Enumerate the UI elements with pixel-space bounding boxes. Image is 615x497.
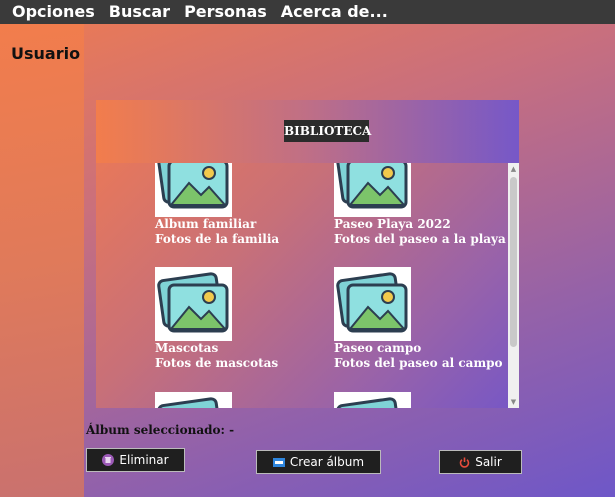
image-gallery-icon xyxy=(155,163,232,217)
exit-button[interactable]: Salir xyxy=(439,450,522,474)
menu-buscar[interactable]: Buscar xyxy=(109,0,170,24)
album-name: Album familiar xyxy=(155,217,257,231)
album-list[interactable]: Album familiar Fotos de la familia Paseo… xyxy=(96,163,508,408)
album-item[interactable]: Paseo campo Fotos del paseo al campo xyxy=(334,267,508,371)
album-item[interactable]: Paseo Playa 2022 Fotos del paseo a la pl… xyxy=(334,163,508,247)
album-name: Mascotas xyxy=(155,341,219,355)
scrollbar-thumb[interactable] xyxy=(510,177,517,347)
album-description: Fotos del paseo a la playa xyxy=(334,232,506,246)
album-item[interactable]: Album familiar Fotos de la familia xyxy=(155,163,335,247)
trash-icon xyxy=(102,454,115,466)
album-list-scrollbar[interactable]: ▲ ▼ xyxy=(508,163,519,408)
exit-button-label: Salir xyxy=(475,455,502,469)
scroll-down-icon[interactable]: ▼ xyxy=(510,398,517,406)
menu-acerca-de[interactable]: Acerca de... xyxy=(281,0,388,24)
delete-button-label: Eliminar xyxy=(119,453,169,467)
menu-personas[interactable]: Personas xyxy=(184,0,267,24)
create-album-button-label: Crear álbum xyxy=(289,455,365,469)
user-panel xyxy=(0,24,84,497)
album-description: Fotos de la familia xyxy=(155,232,280,246)
new-icon xyxy=(272,457,285,467)
album-description: Fotos del paseo al campo xyxy=(334,356,503,370)
album-item[interactable] xyxy=(334,392,508,408)
create-album-button[interactable]: Crear álbum xyxy=(256,450,381,474)
image-gallery-icon xyxy=(155,267,232,341)
delete-button[interactable]: Eliminar xyxy=(86,448,185,472)
power-icon xyxy=(459,457,470,468)
image-gallery-icon xyxy=(334,163,411,217)
menu-opciones[interactable]: Opciones xyxy=(12,0,95,24)
user-label: Usuario xyxy=(11,44,81,63)
album-item[interactable]: Mascotas Fotos de mascotas xyxy=(155,267,335,371)
library-panel: BIBLIOTECA Album familiar Fotos de la fa… xyxy=(96,100,519,408)
album-item[interactable] xyxy=(155,392,335,408)
album-name: Paseo campo xyxy=(334,341,422,355)
selected-album-label: Álbum seleccionado: - xyxy=(86,423,235,437)
image-gallery-icon xyxy=(334,267,411,341)
library-title: BIBLIOTECA xyxy=(284,120,371,142)
library-header: BIBLIOTECA xyxy=(96,100,519,163)
scroll-up-icon[interactable]: ▲ xyxy=(510,165,517,173)
album-name: Paseo Playa 2022 xyxy=(334,217,451,231)
menu-bar: Opciones Buscar Personas Acerca de... xyxy=(0,0,615,24)
image-gallery-icon xyxy=(334,392,411,408)
album-description: Fotos de mascotas xyxy=(155,356,279,370)
image-gallery-icon xyxy=(155,392,232,408)
